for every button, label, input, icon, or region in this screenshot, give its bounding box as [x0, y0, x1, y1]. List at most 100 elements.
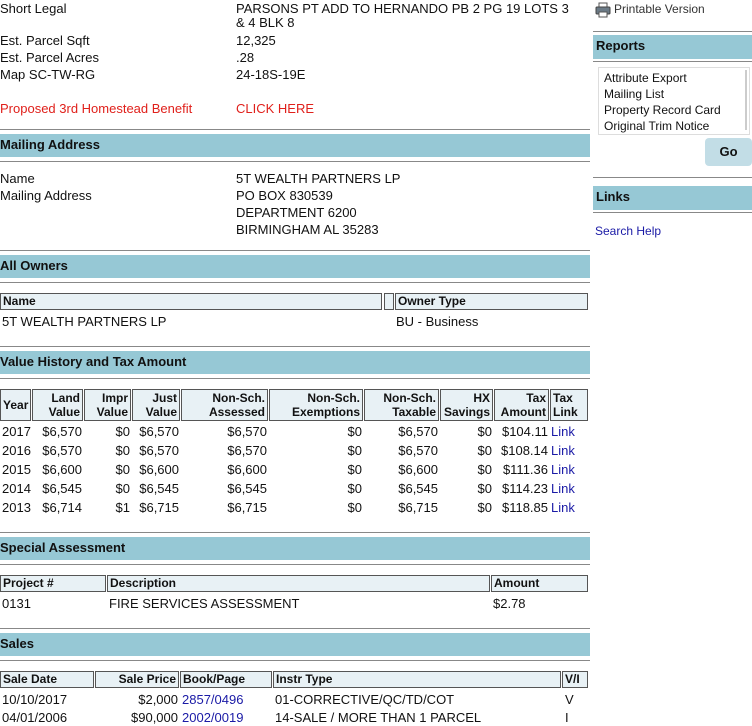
vh-nsa: $6,715	[227, 500, 267, 515]
vh-tax: $114.23	[501, 481, 548, 496]
vh-impr: $0	[115, 462, 130, 477]
sales-col-price: Sale Price	[95, 671, 179, 688]
reports-option[interactable]: Property Record Card	[604, 102, 721, 118]
sales-col-book-page: Book/Page	[180, 671, 272, 688]
vh-nst: $6,600	[398, 462, 438, 477]
vh-nsa: $6,570	[227, 443, 267, 458]
vh-year: 2015	[2, 462, 31, 477]
vh-col-just-line1: Just	[152, 391, 177, 405]
vh-land: $6,570	[42, 424, 82, 439]
owners-col-type: Owner Type	[395, 293, 588, 310]
vh-hx: $0	[477, 481, 492, 496]
vh-hx: $0	[477, 424, 492, 439]
vh-col-impr-line2: Value	[96, 405, 128, 419]
vh-just: $6,545	[139, 481, 179, 496]
sa-row-amount: $2.78	[493, 596, 526, 611]
vh-col-land: Land Value	[32, 389, 83, 421]
printable-version-label: Printable Version	[614, 2, 705, 16]
sales-book-page-link[interactable]: 2002/0019	[182, 710, 243, 726]
vh-land: $6,570	[42, 443, 82, 458]
homestead-click-here-link[interactable]: CLICK HERE	[236, 101, 314, 117]
divider	[0, 628, 590, 629]
sa-col-project: Project #	[0, 575, 106, 592]
divider	[593, 61, 752, 62]
reports-header: Reports	[593, 35, 752, 59]
mailing-address-line: PO BOX 830539	[236, 188, 333, 203]
owner-row-name: 5T WEALTH PARTNERS LP	[2, 314, 167, 329]
reports-option[interactable]: Original Trim Notice	[604, 118, 709, 134]
reports-option[interactable]: Attribute Export	[604, 70, 687, 86]
sales-instr-type: 14-SALE / MORE THAN 1 PARCEL	[275, 710, 482, 725]
parcel-sqft-label: Est. Parcel Sqft	[0, 33, 90, 48]
divider	[0, 161, 590, 162]
vh-col-nse-line1: Non-Sch.	[307, 391, 360, 405]
vh-impr: $0	[115, 443, 130, 458]
section-header-owners: All Owners	[0, 255, 590, 278]
vh-impr: $1	[115, 500, 130, 515]
printable-version-link[interactable]: Printable Version	[595, 1, 752, 19]
divider	[0, 250, 590, 251]
sales-col-instr-type: Instr Type	[273, 671, 561, 688]
vh-col-hx-line1: HX	[473, 391, 490, 405]
vh-col-year: Year	[0, 389, 31, 421]
divider	[0, 660, 590, 661]
sales-book-page-link[interactable]: 2857/0496	[182, 692, 243, 708]
short-legal-line2: & 4 BLK 8	[236, 15, 295, 30]
divider	[593, 212, 752, 213]
vh-col-tax-amount: Tax Amount	[494, 389, 549, 421]
vh-col-hx-savings: HX Savings	[440, 389, 493, 421]
map-value: 24-18S-19E	[236, 67, 306, 82]
sales-instr-type: 01-CORRECTIVE/QC/TD/COT	[275, 692, 455, 707]
vh-land: $6,714	[42, 500, 82, 515]
vh-col-hx-line2: Savings	[443, 405, 490, 419]
vh-tax-link[interactable]: Link	[551, 500, 575, 516]
reports-select-list[interactable]: Attribute Export Mailing List Property R…	[598, 67, 750, 135]
vh-col-impr: Impr Value	[84, 389, 131, 421]
vh-col-link-line2: Link	[553, 405, 578, 419]
reports-list-scrollbar[interactable]	[745, 70, 747, 130]
divider	[0, 532, 590, 533]
vh-tax: $118.85	[501, 500, 548, 515]
vh-nsa: $6,545	[227, 481, 267, 496]
divider	[593, 177, 752, 178]
section-header-mailing: Mailing Address	[0, 134, 590, 157]
vh-col-tax-line1: Tax	[526, 391, 546, 405]
vh-col-tax-line2: Amount	[500, 405, 546, 419]
vh-tax: $104.11	[501, 424, 548, 439]
vh-nst: $6,570	[398, 424, 438, 439]
section-header-sales: Sales	[0, 633, 590, 656]
vh-col-nonsch-taxable: Non-Sch. Taxable	[364, 389, 439, 421]
vh-year: 2014	[2, 481, 31, 496]
reports-option[interactable]: Mailing List	[604, 86, 664, 102]
vh-tax-link[interactable]: Link	[551, 443, 575, 459]
vh-hx: $0	[477, 500, 492, 515]
homestead-label: Proposed 3rd Homestead Benefit	[0, 101, 193, 116]
divider	[0, 564, 590, 565]
vh-tax: $111.36	[502, 462, 548, 477]
go-button[interactable]: Go	[705, 138, 752, 166]
vh-tax-link[interactable]: Link	[551, 481, 575, 497]
search-help-link[interactable]: Search Help	[595, 223, 661, 239]
parcel-acres-label: Est. Parcel Acres	[0, 50, 99, 65]
printer-icon	[595, 2, 611, 18]
short-legal-label: Short Legal	[0, 1, 67, 16]
vh-just: $6,715	[139, 500, 179, 515]
vh-col-nst-line1: Non-Sch.	[383, 391, 436, 405]
vh-just: $6,570	[139, 443, 179, 458]
vh-nst: $6,570	[398, 443, 438, 458]
map-label: Map SC-TW-RG	[0, 67, 96, 82]
section-header-special-assessment: Special Assessment	[0, 537, 590, 560]
sa-col-amount: Amount	[491, 575, 588, 592]
vh-just: $6,600	[139, 462, 179, 477]
divider	[0, 378, 590, 379]
vh-col-just-line2: Value	[145, 405, 177, 419]
vh-tax-link[interactable]: Link	[551, 462, 575, 478]
vh-just: $6,570	[139, 424, 179, 439]
vh-tax-link[interactable]: Link	[551, 424, 575, 440]
sa-row-project: 0131	[2, 596, 31, 611]
owners-col-name: Name	[0, 293, 382, 310]
parcel-acres-value: .28	[236, 50, 255, 65]
divider	[0, 129, 590, 130]
vh-nse: $0	[347, 462, 362, 477]
vh-col-tax-link: Tax Link	[550, 389, 588, 421]
